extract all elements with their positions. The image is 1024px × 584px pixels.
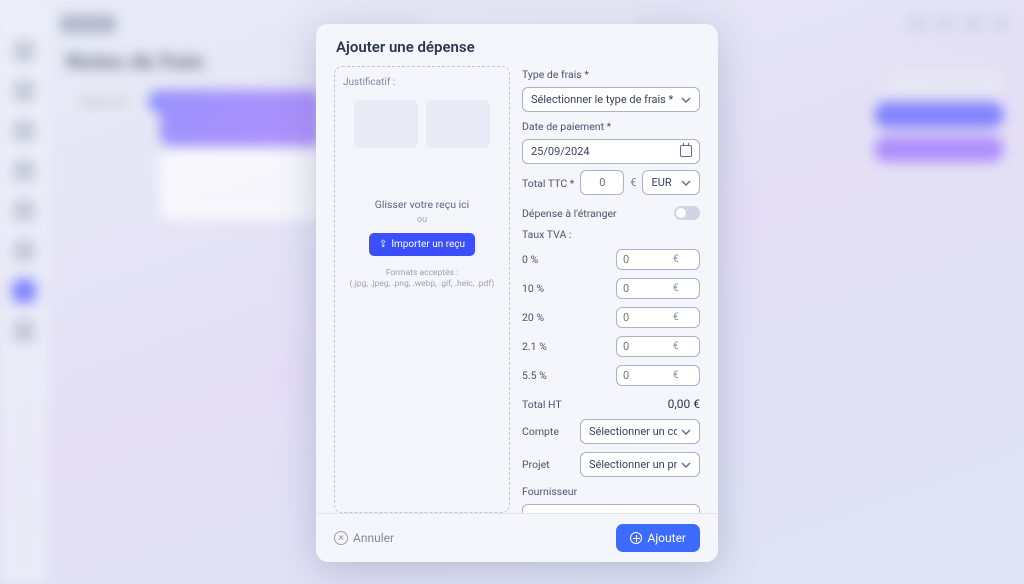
foreign-label: Dépense à l'étranger (522, 207, 617, 220)
total-ttc-label: Total TTC (522, 177, 574, 190)
tva-rate-20: 20 % (522, 311, 562, 324)
tva-label: Taux TVA : (522, 228, 700, 241)
date-input[interactable] (522, 139, 700, 164)
nav-sidebar (0, 0, 48, 584)
total-ttc-input[interactable] (580, 170, 624, 195)
modal-title: Ajouter une dépense (336, 38, 698, 56)
projet-select[interactable]: Sélectionner un projet (580, 452, 700, 477)
tva-rate-0: 0 % (522, 253, 562, 266)
tva-input-10[interactable] (623, 282, 673, 295)
plus-icon (630, 532, 642, 544)
dropzone-drag-text: Glisser votre reçu ici (375, 198, 469, 211)
total-ht-label: Total HT (522, 398, 562, 411)
page-title: Notes de frais (66, 50, 204, 75)
tva-input-55[interactable] (623, 369, 673, 382)
import-receipt-button[interactable]: ⇪ Importer un reçu (369, 233, 475, 256)
currency-symbol: € (630, 176, 636, 189)
expense-form: Type de frais Sélectionner le type de fr… (522, 66, 706, 513)
upload-icon: ⇪ (379, 239, 387, 250)
formats-label: Formats acceptés : (350, 268, 495, 279)
dropzone-or: ou (417, 215, 427, 225)
tva-input-0[interactable] (623, 253, 673, 266)
cancel-button[interactable]: Annuler (334, 531, 394, 545)
fournisseur-input[interactable] (522, 504, 700, 513)
formats-list: (.jpg, .jpeg, .png, .webp, .gif, .heic, … (350, 279, 495, 290)
cancel-label: Annuler (353, 531, 394, 545)
tva-rate-10: 10 % (522, 282, 562, 295)
compte-label: Compte (522, 425, 572, 438)
compte-select[interactable]: Sélectionner un compte (580, 419, 700, 444)
submit-label: Ajouter (647, 531, 686, 545)
foreign-toggle[interactable] (674, 206, 700, 220)
currency-select[interactable]: EUR (642, 170, 700, 195)
projet-label: Projet (522, 458, 572, 471)
submit-button[interactable]: Ajouter (616, 524, 700, 552)
receipt-thumb (426, 100, 490, 148)
fournisseur-label: Fournisseur (522, 485, 700, 498)
type-label: Type de frais (522, 68, 700, 81)
total-ht-value: 0,00 € (668, 397, 700, 411)
close-icon (334, 531, 348, 545)
tab-depenses: Dépenses (66, 90, 142, 113)
tva-rate-21: 2.1 % (522, 340, 562, 353)
receipt-dropzone[interactable]: Justificatif : Glisser votre reçu ici ou… (334, 66, 510, 513)
date-label: Date de paiement (522, 120, 700, 133)
tva-rate-55: 5.5 % (522, 369, 562, 382)
import-button-label: Importer un reçu (391, 239, 465, 250)
receipt-thumb (354, 100, 418, 148)
add-expense-modal: Ajouter une dépense Justificatif : Gliss… (316, 24, 718, 562)
tva-input-20[interactable] (623, 311, 673, 324)
tva-input-21[interactable] (623, 340, 673, 353)
type-select[interactable]: Sélectionner le type de frais * (522, 87, 700, 112)
dropzone-label: Justificatif : (343, 77, 395, 88)
